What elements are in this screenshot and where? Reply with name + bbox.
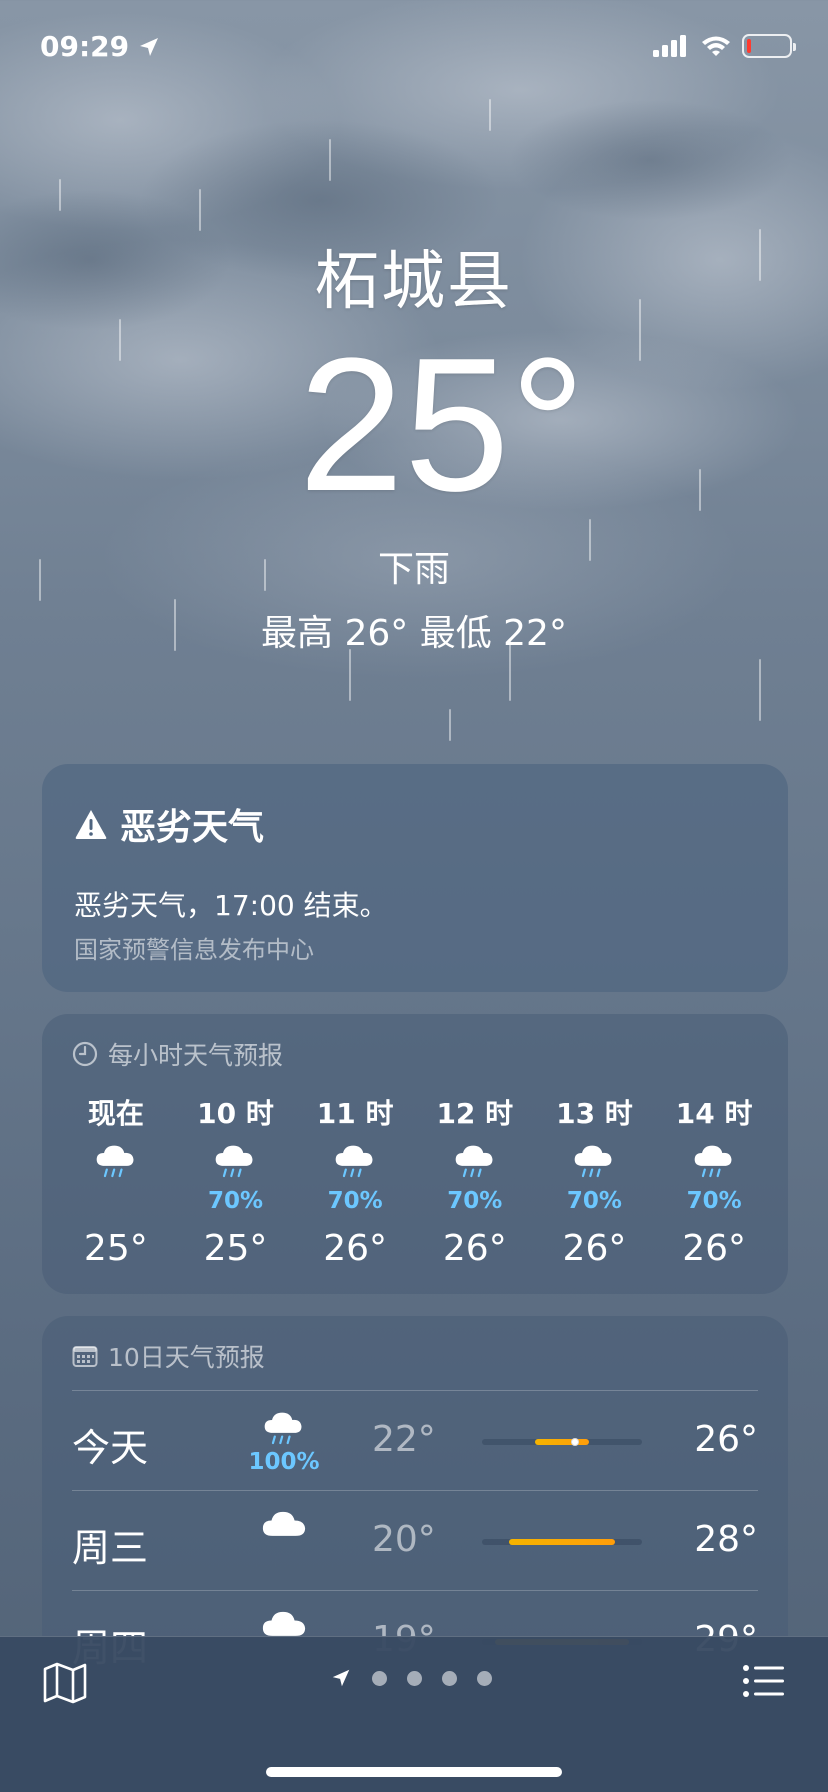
hourly-temperature: 25° <box>203 1228 268 1269</box>
alert-body: 恶劣天气，17:00 结束。 <box>74 889 388 922</box>
hourly-temperature: 26° <box>682 1228 747 1269</box>
daily-forecast-row[interactable]: 周三 20° 28° <box>72 1490 758 1590</box>
hourly-icon <box>691 1142 737 1188</box>
current-temperature: 25° <box>298 319 586 531</box>
hourly-temperature: 26° <box>442 1228 507 1269</box>
cloud-icon <box>262 1511 306 1536</box>
hourly-item: 13 时 70% 26° <box>539 1092 649 1269</box>
hourly-forecast-header: 每小时天气预报 <box>72 1036 283 1072</box>
hourly-icon <box>571 1142 617 1188</box>
list-icon <box>743 1665 784 1697</box>
hourly-time: 11 时 <box>316 1097 394 1130</box>
day-high-temp: 26° <box>694 1419 758 1460</box>
cloud-rain-icon <box>216 1145 253 1178</box>
hourly-time: 14 时 <box>675 1097 753 1130</box>
hourly-time: 12 时 <box>436 1097 514 1130</box>
hourly-time: 10 时 <box>197 1097 274 1130</box>
hourly-precip-chance: 70% <box>447 1188 503 1214</box>
hourly-item: 14 时 70% 26° <box>659 1092 769 1269</box>
status-bar: 09:29 <box>0 0 828 100</box>
city-list-button[interactable] <box>742 1663 786 1703</box>
daily-forecast-card[interactable]: 10日天气预报 今天 100% 22° 26° 周三 20° 28° 周四 <box>42 1316 788 1676</box>
hourly-temperature: 25° <box>83 1228 148 1269</box>
hourly-forecast-card[interactable]: 每小时天气预报 现在 25° 10 时 70% 25° 11 时 70% 26°… <box>42 1014 788 1294</box>
map-icon <box>43 1662 87 1704</box>
cloud-rain-icon <box>96 1145 134 1178</box>
high-low-temperature: 最高 26° 最低 22° <box>261 613 567 654</box>
page-indicator[interactable] <box>330 1667 492 1689</box>
day-icon <box>232 1509 336 1541</box>
battery-low-icon <box>742 34 796 58</box>
hourly-forecast-row[interactable]: 现在 25° 10 时 70% 25° 11 时 70% 26° 12 时 70… <box>42 1092 788 1269</box>
city-name: 柘城县 <box>315 245 513 319</box>
bottom-toolbar <box>0 1636 828 1792</box>
battery-level <box>747 39 752 53</box>
severe-weather-card[interactable]: 恶劣天气 恶劣天气，17:00 结束。 国家预警信息发布中心 <box>42 764 788 992</box>
hourly-precip-chance: 70% <box>566 1188 622 1214</box>
hourly-icon <box>452 1142 498 1188</box>
day-name: 今天 <box>72 1426 149 1470</box>
current-weather: 柘城县 25° 下雨 最高 26° 最低 22° <box>0 230 828 656</box>
hourly-icon <box>332 1142 378 1188</box>
hourly-temperature: 26° <box>562 1228 627 1269</box>
page-dot[interactable] <box>407 1670 422 1686</box>
location-arrow-icon <box>140 37 159 56</box>
day-precip-chance: 100% <box>248 1448 320 1475</box>
alert-source: 国家预警信息发布中心 <box>74 936 314 964</box>
daily-forecast-title: 10日天气预报 <box>108 1343 265 1372</box>
cloud-rain-icon <box>335 1145 373 1178</box>
hourly-temperature: 26° <box>323 1228 388 1269</box>
warning-triangle-icon <box>75 810 107 839</box>
hourly-forecast-title: 每小时天气预报 <box>108 1041 284 1070</box>
hourly-item: 现在 25° <box>61 1092 171 1269</box>
cellular-signal-icon <box>653 35 686 57</box>
hourly-precip-chance: 70% <box>686 1188 742 1214</box>
day-icon: 100% <box>232 1409 336 1475</box>
home-indicator[interactable] <box>266 1767 562 1777</box>
page-dot[interactable] <box>372 1670 387 1686</box>
weather-condition: 下雨 <box>377 549 450 590</box>
calendar-icon <box>72 1346 98 1367</box>
alert-title: 恶劣天气 <box>120 807 265 848</box>
hourly-item: 12 时 70% 26° <box>420 1092 530 1269</box>
hourly-time: 现在 <box>87 1097 144 1130</box>
daily-forecast-header: 10日天气预报 <box>72 1338 265 1374</box>
day-name: 周三 <box>72 1526 149 1570</box>
hourly-item: 11 时 70% 26° <box>300 1092 410 1269</box>
temp-range-fill <box>535 1439 589 1445</box>
cloud-rain-icon <box>575 1145 612 1178</box>
hourly-time: 13 时 <box>556 1097 633 1130</box>
day-low-temp: 22° <box>372 1419 436 1460</box>
status-indicators <box>652 34 796 58</box>
clock-icon <box>72 1041 98 1067</box>
alert-title-row: 恶劣天气 <box>74 798 264 850</box>
hourly-precip-chance: 70% <box>327 1188 383 1214</box>
cloud-sun-icon <box>262 1611 306 1636</box>
hourly-icon <box>93 1142 139 1188</box>
status-time: 09:29 <box>40 30 161 63</box>
day-low-temp: 20° <box>372 1519 436 1560</box>
daily-forecast-row[interactable]: 今天 100% 22° 26° <box>72 1390 758 1490</box>
temp-range-bar <box>482 1539 642 1545</box>
cloud-rain-icon <box>455 1145 493 1178</box>
temp-range-fill <box>508 1539 616 1545</box>
hourly-item: 10 时 70% 25° <box>180 1092 290 1269</box>
hourly-precip-chance: 70% <box>207 1188 264 1214</box>
temp-range-bar <box>482 1438 642 1446</box>
map-button[interactable] <box>42 1661 88 1709</box>
wifi-icon <box>702 36 730 56</box>
cloud-rain-icon <box>264 1412 302 1445</box>
page-dot[interactable] <box>477 1670 492 1686</box>
status-time-text: 09:29 <box>40 30 130 63</box>
hourly-icon <box>212 1142 258 1188</box>
cloud-rain-icon <box>694 1145 732 1178</box>
day-high-temp: 28° <box>694 1519 758 1560</box>
page-dot[interactable] <box>442 1670 457 1686</box>
location-arrow-icon <box>332 1669 350 1687</box>
